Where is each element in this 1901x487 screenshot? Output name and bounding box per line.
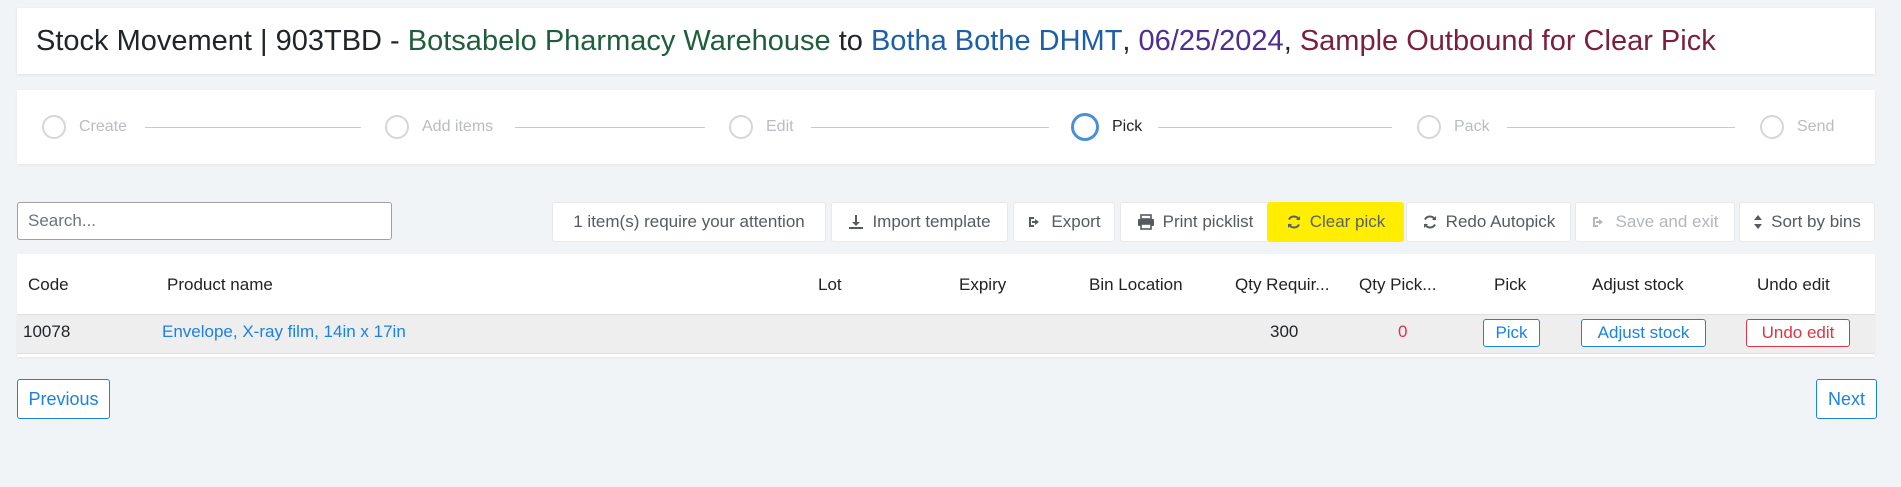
previous-button[interactable]: Previous	[17, 379, 110, 419]
wizard-step-pack: Pack	[1417, 90, 1490, 164]
attention-button[interactable]: 1 item(s) require your attention	[552, 202, 826, 242]
sign-out-icon	[1029, 217, 1040, 227]
column-header-qty-picked: Qty Pick...	[1359, 275, 1437, 294]
step-circle-icon	[729, 115, 753, 139]
import-template-button[interactable]: Import template	[831, 202, 1008, 242]
wizard-stepper: Create Add items Edit Pick Pack Send	[17, 90, 1875, 164]
step-circle-icon	[1417, 115, 1441, 139]
product-name-link[interactable]: Envelope, X-ray film, 14in x 17in	[162, 322, 406, 342]
column-header-qty-required: Qty Requir...	[1235, 275, 1330, 294]
row-qty-picked: 0	[1398, 322, 1408, 341]
step-connector	[515, 127, 705, 128]
column-header-code: Code	[28, 275, 69, 294]
column-header-lot: Lot	[818, 275, 842, 294]
step-circle-icon	[385, 115, 409, 139]
shipment-date: 06/25/2024	[1138, 24, 1284, 57]
column-header-product: Product name	[167, 275, 273, 294]
redo-autopick-button[interactable]: Redo Autopick	[1406, 202, 1571, 242]
destination-name: Botha Bothe DHMT	[870, 24, 1123, 57]
column-header-undo-edit: Undo edit	[1757, 275, 1830, 294]
title-separator: ,	[1283, 24, 1300, 57]
refresh-icon	[1287, 215, 1300, 229]
sign-out-icon	[1593, 217, 1604, 227]
step-circle-active-icon	[1071, 113, 1099, 141]
wizard-step-add-items: Add items	[385, 90, 493, 164]
search-input[interactable]	[17, 202, 392, 240]
title-to: to	[830, 24, 871, 57]
step-connector	[1158, 127, 1392, 128]
page-title: Stock Movement | 903TBD - Botsabelo Phar…	[17, 8, 1875, 74]
column-header-expiry: Expiry	[959, 275, 1007, 294]
column-header-bin-location: Bin Location	[1089, 275, 1183, 294]
refresh-icon	[1423, 215, 1436, 229]
step-connector	[1507, 127, 1735, 128]
step-circle-icon	[1760, 115, 1784, 139]
save-and-exit-button[interactable]: Save and exit	[1575, 202, 1735, 242]
wizard-step-pick: Pick	[1071, 90, 1142, 164]
shipment-description: Sample Outbound for Clear Pick	[1299, 24, 1716, 57]
step-connector	[811, 127, 1049, 128]
pick-button[interactable]: Pick	[1483, 319, 1540, 347]
title-prefix: Stock Movement | 903TBD -	[36, 24, 408, 57]
step-circle-icon	[42, 115, 66, 139]
row-code: 10078	[23, 322, 71, 341]
column-header-adjust-stock: Adjust stock	[1592, 275, 1684, 294]
adjust-stock-button[interactable]: Adjust stock	[1581, 319, 1706, 347]
wizard-step-create: Create	[42, 90, 127, 164]
undo-edit-button[interactable]: Undo edit	[1746, 319, 1850, 347]
sort-by-bins-button[interactable]: Sort by bins	[1739, 202, 1875, 242]
wizard-step-edit: Edit	[729, 90, 794, 164]
export-button[interactable]: Export	[1013, 202, 1115, 242]
origin-name: Botsabelo Pharmacy Warehouse	[407, 24, 831, 57]
wizard-step-send: Send	[1760, 90, 1834, 164]
row-qty-required: 300	[1270, 322, 1299, 341]
title-separator: ,	[1122, 24, 1139, 57]
sort-icon	[1754, 215, 1763, 229]
next-button[interactable]: Next	[1816, 379, 1877, 419]
step-connector	[145, 127, 361, 128]
print-picklist-button[interactable]: Print picklist	[1120, 202, 1270, 242]
download-icon	[849, 215, 864, 229]
clear-pick-button[interactable]: Clear pick	[1267, 202, 1404, 242]
print-icon	[1137, 214, 1154, 230]
column-header-pick: Pick	[1494, 275, 1527, 294]
